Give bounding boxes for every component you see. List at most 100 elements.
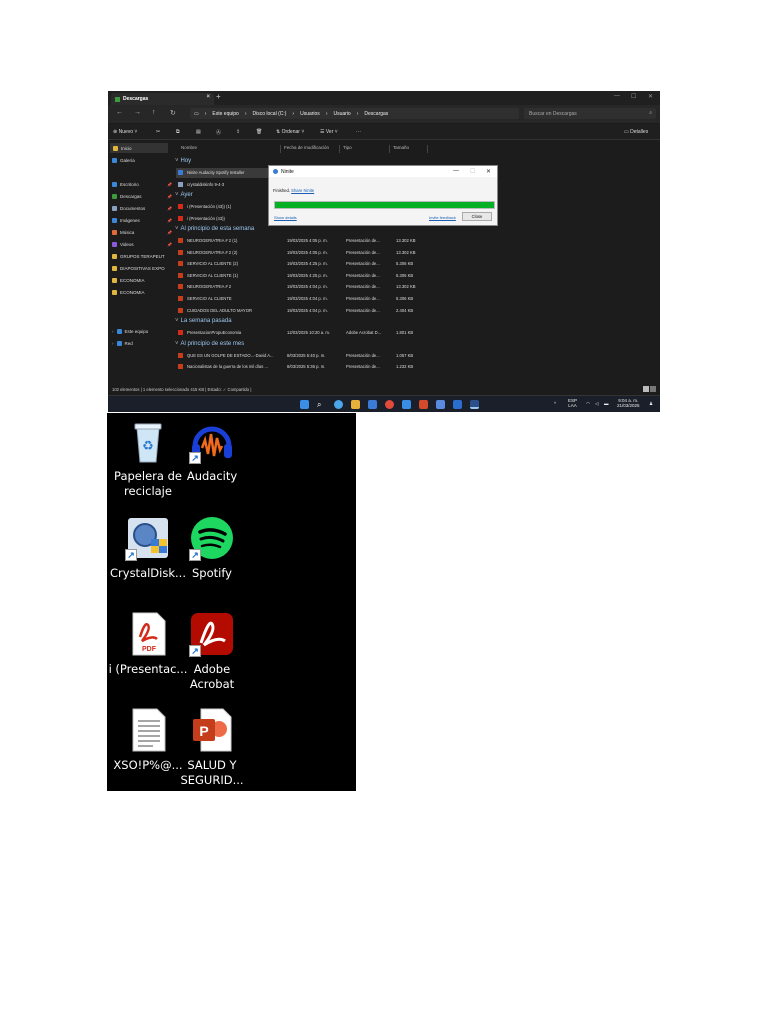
sidebar-item[interactable]: Videos 📌: [112, 239, 172, 249]
column-separator[interactable]: [427, 145, 428, 153]
dialog-minimize-icon[interactable]: —: [453, 168, 459, 174]
close-window-icon[interactable]: ✕: [648, 93, 653, 100]
forward-icon[interactable]: →: [134, 109, 141, 116]
sidebar-item[interactable]: Documentos 📌: [112, 203, 172, 213]
chevron-down-icon[interactable]: ˅: [175, 318, 179, 324]
share-icon[interactable]: ⇪: [236, 129, 240, 135]
chevron-right-icon[interactable]: ›: [112, 341, 114, 346]
table-row[interactable]: NEUROGERIATRIA # 2 (2) 19/03/2025 4:05 p.…: [176, 248, 476, 258]
column-type[interactable]: Tipo: [343, 145, 352, 150]
store-icon[interactable]: [402, 400, 411, 409]
column-size[interactable]: Tamaño: [393, 145, 409, 150]
group-header[interactable]: ˅ Al principio de esta semana: [175, 226, 254, 232]
copy-icon[interactable]: ⧉: [176, 129, 180, 135]
sidebar-item[interactable]: Galería: [112, 155, 135, 165]
new-tab-icon[interactable]: +: [216, 92, 221, 101]
breadcrumb-item[interactable]: Descargas: [364, 111, 388, 117]
table-row[interactable]: Ninite Audacity Spotify Installer: [176, 168, 272, 178]
breadcrumb-item[interactable]: Este equipo: [212, 111, 238, 117]
notification-bell-icon[interactable]: ♟: [649, 401, 653, 406]
table-row[interactable]: SERVICIO AL CLIENTE (2) 19/03/2025 4:25 p…: [176, 259, 476, 269]
invite-feedback-link[interactable]: Invite feedback: [429, 215, 456, 220]
breadcrumb-item[interactable]: Disco local (C:): [253, 111, 287, 117]
sidebar-item[interactable]: Escritorio 📌: [112, 179, 172, 189]
sidebar-item[interactable]: Descargas 📌: [112, 191, 172, 201]
table-row[interactable]: QUE ES UN GOLPE DE ESTADO...-David A... 8…: [176, 351, 476, 361]
dialog-close-icon[interactable]: ✕: [486, 168, 491, 175]
sidebar-item[interactable]: › Este equipo: [112, 326, 148, 336]
show-details-link[interactable]: Show details: [274, 215, 297, 220]
chevron-right-icon[interactable]: ›: [112, 329, 114, 334]
minimize-icon[interactable]: —: [614, 93, 620, 99]
app-icon-blue-2[interactable]: [453, 400, 462, 409]
column-name[interactable]: Nombre: [181, 145, 197, 150]
up-icon[interactable]: ↑: [152, 109, 156, 116]
table-row[interactable]: SERVICIO AL CLIENTE 19/03/2025 4:04 p. m.…: [176, 294, 476, 304]
group-header[interactable]: ˅ Ayer: [175, 192, 193, 198]
tray-overflow-icon[interactable]: ^: [554, 401, 556, 406]
table-row[interactable]: Nacionalistas de la guerra de los mil dí…: [176, 362, 476, 372]
details-view-icon[interactable]: [643, 386, 649, 392]
app-icon-blue[interactable]: [436, 400, 445, 409]
sidebar-item[interactable]: Música 📌: [112, 227, 172, 237]
table-row[interactable]: CUIDADOS DEL ADULTO MAYOR 19/03/2025 4:04…: [176, 306, 476, 316]
breadcrumb-item[interactable]: Usuario: [333, 111, 350, 117]
desktop-icon-adobe-acrobat[interactable]: ↗ Adobe Acrobat: [172, 611, 252, 692]
sidebar-item[interactable]: ECONOMIA: [112, 275, 145, 285]
refresh-icon[interactable]: ↻: [170, 109, 176, 117]
new-button[interactable]: ⊕ Nuevo ˅: [113, 129, 137, 135]
ninite-taskbar-icon[interactable]: [470, 400, 479, 409]
desktop-icon-spotify[interactable]: ↗ Spotify: [172, 515, 252, 581]
delete-icon[interactable]: 🗑: [256, 129, 262, 135]
more-button[interactable]: ···: [356, 129, 361, 135]
app-icon-orange[interactable]: [419, 400, 428, 409]
chevron-down-icon[interactable]: ˅: [175, 192, 179, 198]
details-button[interactable]: ▭ Detalles: [624, 129, 648, 135]
start-icon[interactable]: [300, 400, 309, 409]
paste-icon[interactable]: ▤: [196, 129, 201, 135]
breadcrumb[interactable]: ▭ › Este equipo › Disco local (C:) › Usuarios…: [190, 108, 519, 119]
group-header[interactable]: ˅ La semana pasada: [175, 318, 232, 324]
table-row[interactable]: NEUROGERIATRIA # 2 (1) 19/03/2025 4:05 p.…: [176, 236, 476, 246]
sidebar-item[interactable]: › Red: [112, 338, 133, 348]
sort-button[interactable]: ⇅ Ordenar ˅: [276, 129, 304, 135]
search-input[interactable]: Buscar en Descargas ⌕: [524, 108, 656, 119]
sidebar-item[interactable]: Imágenes 📌: [112, 215, 172, 225]
maximize-icon[interactable]: ☐: [631, 93, 636, 100]
volume-icon[interactable]: ◁: [595, 401, 598, 406]
sidebar-item[interactable]: DIAPOSITIVAS EXPO: [112, 263, 165, 273]
edge-icon[interactable]: [368, 400, 377, 409]
table-row[interactable]: SERVICIO AL CLIENTE (1) 19/03/2025 4:25 p…: [176, 271, 476, 281]
table-row[interactable]: NEUROGERIATRIA # 2 19/03/2025 4:04 p. m. P…: [176, 282, 476, 292]
rename-icon[interactable]: Ⓐ: [216, 129, 221, 136]
clock[interactable]: 9:04 a. m. 21/03/2025: [617, 398, 640, 408]
tiles-view-icon[interactable]: [650, 386, 656, 392]
table-row[interactable]: PresentacionPropuEconomia 12/03/2025 10:2…: [176, 328, 476, 338]
share-ninite-link[interactable]: Share Ninite: [291, 188, 314, 193]
taskbar-search-icon[interactable]: ⌕: [317, 400, 326, 409]
column-date[interactable]: Fecha de modificación: [284, 145, 329, 150]
tab-descargas[interactable]: Descargas ×: [111, 93, 214, 105]
chevron-down-icon[interactable]: ˅: [175, 226, 179, 232]
group-header[interactable]: ˅ Al principio de este mes: [175, 341, 244, 347]
column-separator[interactable]: [389, 145, 390, 153]
chevron-down-icon[interactable]: ˅: [175, 341, 179, 347]
language-indicator[interactable]: ESP LAA: [568, 398, 577, 408]
chrome-icon[interactable]: [385, 400, 394, 409]
cut-icon[interactable]: ✂: [156, 129, 160, 135]
close-tab-icon[interactable]: ×: [206, 94, 210, 100]
column-separator[interactable]: [339, 145, 340, 153]
sidebar-item[interactable]: Inicio: [110, 143, 168, 153]
copilot-icon[interactable]: [334, 400, 343, 409]
close-button[interactable]: Close: [462, 212, 492, 221]
sidebar-item[interactable]: ECONOMIA: [112, 287, 145, 297]
file-explorer-icon[interactable]: [351, 400, 360, 409]
column-separator[interactable]: [280, 145, 281, 153]
wifi-icon[interactable]: ◠: [586, 401, 590, 406]
battery-icon[interactable]: ▬: [604, 401, 609, 406]
breadcrumb-item[interactable]: Usuarios: [300, 111, 320, 117]
view-button[interactable]: ☰ Ver ˅: [320, 129, 338, 135]
back-icon[interactable]: ←: [116, 109, 123, 116]
chevron-down-icon[interactable]: ˅: [175, 158, 179, 164]
sidebar-item[interactable]: GRUPOS TERAPEUT: [112, 251, 165, 261]
